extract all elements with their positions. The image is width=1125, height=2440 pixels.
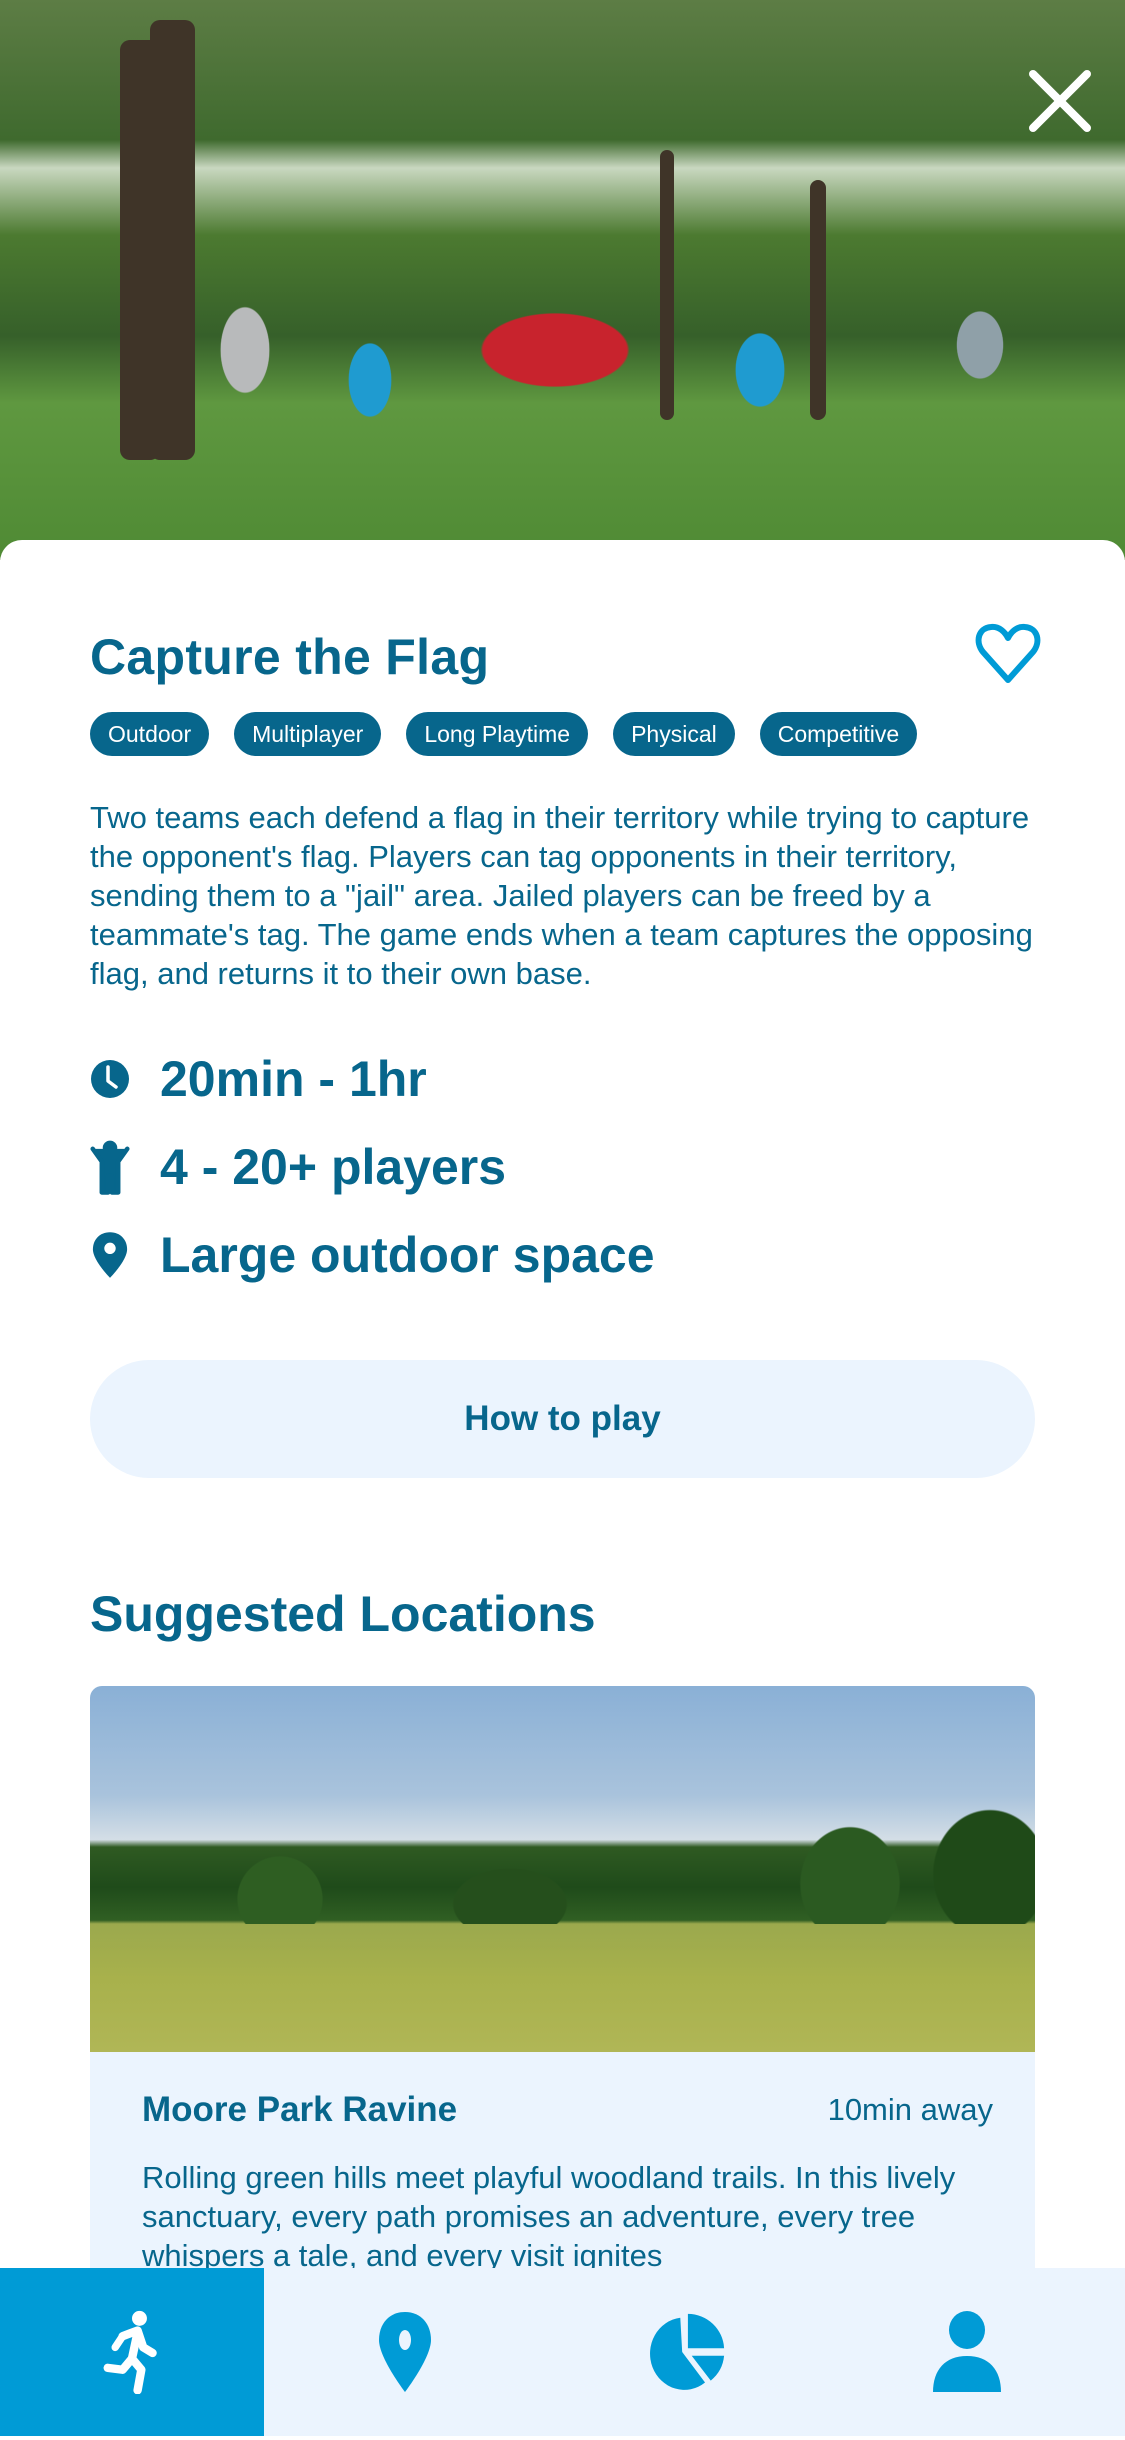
favorite-button[interactable] <box>975 622 1041 686</box>
nav-stats[interactable] <box>545 2268 826 2436</box>
tag-long-playtime[interactable]: Long Playtime <box>406 712 589 756</box>
bottom-nav <box>0 2268 1125 2436</box>
suggested-locations-title: Suggested Locations <box>90 1586 596 1642</box>
tag-outdoor[interactable]: Outdoor <box>90 712 210 756</box>
game-title: Capture the Flag <box>90 629 490 685</box>
pie-chart-icon <box>649 2313 724 2390</box>
running-person-icon <box>103 2310 157 2394</box>
tag-list: Outdoor Multiplayer Long Playtime Physic… <box>90 712 918 756</box>
close-button[interactable] <box>1025 66 1095 136</box>
nav-locations[interactable] <box>264 2268 545 2436</box>
space-text: Large outdoor space <box>160 1227 655 1283</box>
tag-competitive[interactable]: Competitive <box>759 712 918 756</box>
hero-image <box>0 0 1125 560</box>
game-description: Two teams each defend a flag in their te… <box>90 800 1033 991</box>
location-image <box>90 1686 1035 2052</box>
location-description: Rolling green hills meet playful woodlan… <box>142 2160 956 2273</box>
location-name: Moore Park Ravine <box>142 2090 458 2129</box>
nav-profile[interactable] <box>826 2268 1107 2436</box>
tree-trunk <box>810 180 826 420</box>
info-duration: 20min - 1hr <box>90 1050 427 1108</box>
clock-icon <box>90 1054 130 1104</box>
person-icon <box>90 1140 130 1195</box>
info-players: 4 - 20+ players <box>90 1138 506 1196</box>
game-detail-sheet: Capture the Flag Outdoor Multiplayer Lon… <box>0 540 1125 2440</box>
close-icon <box>1029 70 1091 132</box>
location-card[interactable]: Moore Park Ravine 10min away Rolling gre… <box>90 1686 1035 2326</box>
user-icon <box>932 2311 1001 2392</box>
tree-trunk <box>660 150 674 420</box>
tag-multiplayer[interactable]: Multiplayer <box>234 712 382 756</box>
location-distance: 10min away <box>827 2092 993 2127</box>
heart-outline-icon <box>975 623 1041 683</box>
players-text: 4 - 20+ players <box>160 1139 507 1195</box>
how-to-play-button[interactable]: How to play <box>90 1360 1035 1478</box>
tag-physical[interactable]: Physical <box>613 712 735 756</box>
duration-text: 20min - 1hr <box>160 1051 427 1107</box>
tree-trunk <box>150 20 195 460</box>
treeline-decoration <box>90 1804 1035 1924</box>
nav-activities[interactable] <box>0 2268 264 2436</box>
info-space: Large outdoor space <box>90 1226 655 1284</box>
map-pin-icon <box>378 2312 431 2392</box>
map-pin-icon <box>90 1230 130 1280</box>
